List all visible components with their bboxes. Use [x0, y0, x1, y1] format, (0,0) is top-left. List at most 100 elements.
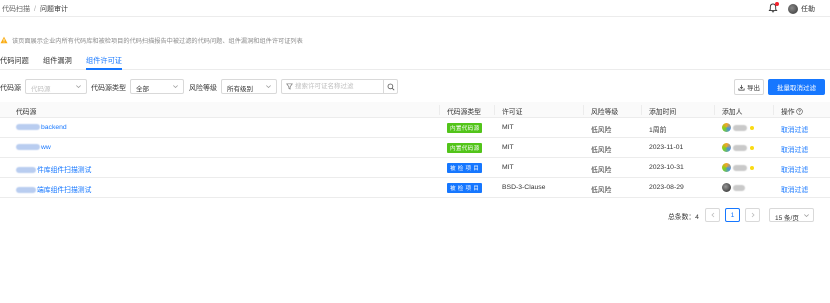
- source-type-select-value: 全部: [136, 86, 149, 93]
- table-row: backend 内置代码源 MIT 低风险 1周前 取消过滤: [0, 118, 830, 138]
- export-button-label: 导出: [747, 85, 760, 92]
- info-banner: 该页面展示企业内所有代码库和被检项目的代码扫描报告中被过滤的代码问题、组件漏洞和…: [0, 35, 303, 45]
- column-divider: [714, 105, 715, 115]
- column-header-risk: 风险等级: [591, 109, 619, 116]
- risk-cell: 低风险: [591, 147, 612, 154]
- help-icon[interactable]: [796, 108, 804, 115]
- user-menu[interactable]: 任勒: [788, 3, 815, 14]
- chevron-down-icon: [173, 85, 178, 89]
- column-header-adder: 添加人: [722, 109, 743, 116]
- notification-bell-icon[interactable]: [768, 2, 779, 13]
- tab-component-vulnerabilities[interactable]: 组件漏洞: [43, 56, 72, 70]
- source-type-filter-label: 代码源类型: [91, 85, 126, 92]
- column-header-source-type: 代码源类型: [447, 109, 481, 116]
- export-icon: [738, 84, 745, 90]
- next-page-button[interactable]: [745, 208, 760, 222]
- info-banner-text: 该页面展示企业内所有代码库和被检项目的代码扫描报告中被过滤的代码问题、组件漏洞和…: [12, 37, 303, 45]
- unfilter-link[interactable]: 取消过滤: [781, 124, 808, 134]
- source-select[interactable]: 代码源: [25, 79, 87, 94]
- table-header: 代码源 代码源类型 许可证 风险等级 添加时间 添加人 操作: [0, 102, 830, 118]
- tab-code-issues[interactable]: 代码问题: [0, 56, 29, 70]
- chevron-right-icon: [751, 212, 755, 218]
- redacted-text: [733, 144, 747, 151]
- source-select-placeholder: 代码源: [31, 86, 51, 93]
- source-type-tag: 被 检 项 目: [447, 183, 483, 193]
- breadcrumb-parent[interactable]: 代码扫描: [2, 6, 30, 13]
- avatar: [722, 183, 731, 192]
- filter-bar: 代码源 代码源 代码源类型 全部 风险等级 所有级别: [0, 79, 830, 95]
- source-name: 端库组件扫描测试: [37, 187, 92, 194]
- batch-unfilter-button[interactable]: 批量取消过滤: [768, 79, 825, 95]
- page-size-select[interactable]: 15 条/页: [769, 208, 814, 222]
- chevron-down-icon: [266, 85, 271, 89]
- breadcrumb-current: 问题审计: [39, 6, 68, 13]
- redacted-text: [16, 124, 40, 130]
- time-cell: 2023-08-29: [649, 184, 684, 191]
- source-type-tag: 内置代码源: [447, 143, 483, 153]
- table-row: ww 内置代码源 MIT 低风险 2023-11-01 取消过滤: [0, 138, 830, 158]
- source-name: 件库组件扫描测试: [37, 167, 92, 174]
- source-name: backend: [41, 124, 67, 131]
- source-link[interactable]: ww: [16, 144, 51, 151]
- time-cell: 2023-11-01: [649, 144, 684, 151]
- notification-dot: [775, 2, 779, 6]
- page-button[interactable]: 1: [725, 208, 740, 222]
- license-cell: MIT: [502, 124, 514, 131]
- status-dot: [750, 125, 754, 130]
- breadcrumb: 代码扫描 / 问题审计: [2, 4, 68, 14]
- license-table: 代码源 代码源类型 许可证 风险等级 添加时间 添加人 操作 backend 内…: [0, 102, 830, 198]
- unfilter-link[interactable]: 取消过滤: [781, 144, 808, 154]
- search-icon: [387, 83, 394, 90]
- redacted-text: [733, 124, 747, 131]
- tab-component-licenses[interactable]: 组件许可证: [86, 56, 122, 70]
- top-bar: 代码扫描 / 问题审计 任勒: [0, 0, 830, 17]
- pagination: 总条数：4 1 15 条/页: [668, 208, 828, 222]
- column-header-source: 代码源: [16, 109, 37, 116]
- time-cell: 2023-10-31: [649, 164, 684, 171]
- export-button[interactable]: 导出: [734, 79, 764, 95]
- adder-cell: [722, 143, 754, 152]
- column-divider: [773, 105, 774, 115]
- risk-select-value: 所有级别: [227, 86, 253, 93]
- search-button[interactable]: [383, 80, 397, 93]
- total-count: 总条数：4: [668, 214, 699, 221]
- tab-bar: 代码问题 组件漏洞 组件许可证: [0, 56, 830, 70]
- avatar: [788, 3, 798, 14]
- source-link[interactable]: 端库组件扫描测试: [16, 184, 91, 194]
- table-row: 件库组件扫描测试 被 检 项 目 MIT 低风险 2023-10-31 取消过滤: [0, 158, 830, 178]
- user-name: 任勒: [801, 5, 815, 13]
- avatar: [722, 163, 731, 172]
- column-divider: [494, 105, 495, 115]
- risk-filter-label: 风险等级: [189, 85, 217, 92]
- redacted-text: [16, 187, 36, 193]
- source-type-tag: 内置代码源: [447, 123, 483, 133]
- avatar: [722, 123, 731, 132]
- source-link[interactable]: 件库组件扫描测试: [16, 164, 91, 174]
- risk-cell: 低风险: [591, 167, 612, 174]
- source-type-tag: 被 检 项 目: [447, 163, 483, 173]
- column-divider: [439, 105, 440, 115]
- risk-select[interactable]: 所有级别: [221, 79, 277, 94]
- chevron-down-icon: [76, 85, 81, 89]
- warning-icon: [0, 36, 8, 44]
- source-type-select[interactable]: 全部: [130, 79, 184, 94]
- column-header-time: 添加时间: [649, 109, 677, 116]
- chevron-left-icon: [710, 212, 714, 218]
- breadcrumb-separator: /: [34, 6, 36, 13]
- status-dot: [750, 145, 754, 150]
- prev-page-button[interactable]: [705, 208, 720, 222]
- license-search: [281, 79, 398, 94]
- unfilter-link[interactable]: 取消过滤: [781, 184, 808, 194]
- redacted-text: [16, 167, 36, 173]
- adder-cell: [722, 163, 754, 172]
- source-link[interactable]: backend: [16, 124, 67, 131]
- redacted-text: [733, 164, 747, 171]
- redacted-text: [16, 144, 40, 150]
- unfilter-link[interactable]: 取消过滤: [781, 164, 808, 174]
- column-divider: [641, 105, 642, 115]
- license-cell: MIT: [502, 144, 514, 151]
- risk-cell: 低风险: [591, 187, 612, 194]
- license-search-input[interactable]: [282, 80, 383, 93]
- column-divider: [583, 105, 584, 115]
- chevron-down-icon: [804, 214, 809, 218]
